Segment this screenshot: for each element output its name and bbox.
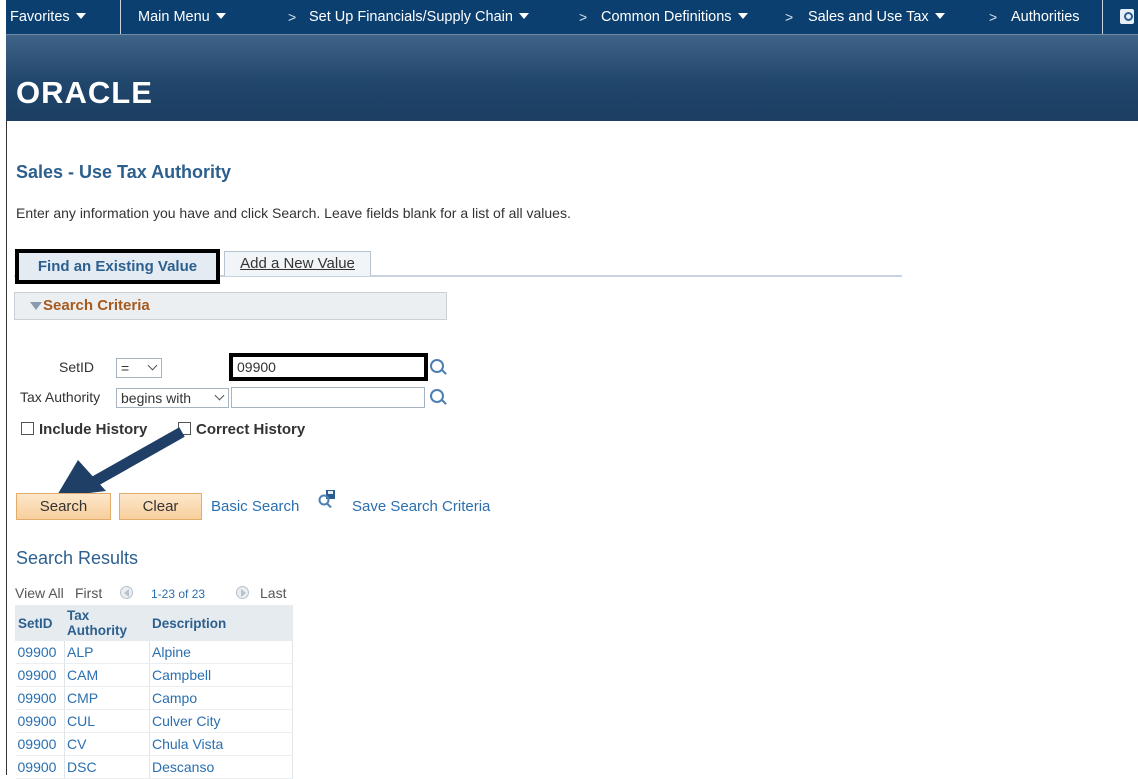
tax-authority-lookup-icon[interactable]	[430, 389, 444, 403]
breadcrumb-separator-icon: >	[785, 9, 794, 25]
search-criteria-label: Search Criteria	[43, 297, 150, 314]
view-all-link[interactable]: View All	[15, 585, 64, 601]
setid-operator-value: =	[121, 360, 130, 376]
cell-setid[interactable]: 09900	[15, 709, 65, 733]
tab-add-new-label: Add a New Value	[240, 255, 355, 272]
column-header-tax-authority[interactable]: Tax Authority	[64, 605, 150, 641]
chevron-down-icon	[934, 13, 945, 19]
breadcrumb-authorities[interactable]: Authorities	[1011, 0, 1080, 34]
chevron-down-icon	[214, 390, 225, 401]
cell-tax-authority[interactable]: CV	[64, 732, 150, 756]
correct-history-label: Correct History	[196, 421, 306, 438]
chevron-down-icon	[147, 360, 158, 371]
tab-find-existing-value[interactable]: Find an Existing Value	[15, 249, 220, 284]
breadcrumb-setup-financials[interactable]: Set Up Financials/Supply Chain	[309, 0, 529, 34]
oracle-banner: ORACLE	[6, 34, 1138, 121]
cell-tax-authority[interactable]: CMP	[64, 686, 150, 710]
table-row[interactable]: 09900 CUL Culver City	[15, 709, 293, 733]
first-link[interactable]: First	[75, 585, 102, 601]
chevron-down-icon	[737, 13, 748, 19]
cell-setid[interactable]: 09900	[15, 755, 65, 779]
favorites-menu[interactable]: Favorites	[10, 0, 86, 34]
cell-setid[interactable]: 09900	[15, 640, 65, 664]
save-search-criteria-link[interactable]: Save Search Criteria	[352, 498, 490, 515]
tax-authority-operator-select[interactable]: begins with	[116, 388, 229, 408]
table-row[interactable]: 09900 DSC Descanso	[15, 755, 293, 779]
table-row[interactable]: 09900 CAM Campbell	[15, 663, 293, 687]
breadcrumb-label: Authorities	[1011, 9, 1080, 25]
breadcrumb-separator-icon: >	[989, 9, 998, 25]
page-instructions: Enter any information you have and click…	[16, 205, 571, 221]
favorites-label: Favorites	[10, 9, 70, 25]
table-row[interactable]: 09900 ALP Alpine	[15, 640, 293, 664]
include-history-label: Include History	[39, 421, 148, 438]
chevron-down-icon	[518, 13, 529, 19]
cell-description[interactable]: Chula Vista	[149, 732, 293, 756]
results-pager: View All First 1-23 of 23 Last	[15, 582, 293, 604]
search-results-table: SetID Tax Authority Description 09900 AL…	[15, 605, 293, 779]
last-link[interactable]: Last	[260, 585, 286, 601]
chevron-down-icon	[215, 13, 226, 19]
setid-label: SetID	[59, 359, 95, 375]
cell-tax-authority[interactable]: DSC	[64, 755, 150, 779]
table-row[interactable]: 09900 CMP Campo	[15, 686, 293, 710]
breadcrumb-separator-icon: >	[579, 9, 588, 25]
nav-divider	[120, 0, 121, 34]
search-results-title: Search Results	[16, 548, 139, 568]
cell-description[interactable]: Campbell	[149, 663, 293, 687]
cell-tax-authority[interactable]: CAM	[64, 663, 150, 687]
setid-lookup-icon[interactable]	[430, 359, 444, 373]
clear-button[interactable]: Clear	[119, 493, 202, 520]
tax-authority-input[interactable]	[231, 387, 425, 408]
breadcrumb-separator-icon: >	[288, 9, 297, 25]
breadcrumb-common-definitions[interactable]: Common Definitions	[601, 0, 748, 34]
tax-authority-operator-value: begins with	[121, 390, 192, 406]
cell-description[interactable]: Culver City	[149, 709, 293, 733]
table-row[interactable]: 09900 CV Chula Vista	[15, 732, 293, 756]
breadcrumb-label: Set Up Financials/Supply Chain	[309, 9, 513, 25]
main-menu-label: Main Menu	[138, 9, 210, 25]
cell-setid[interactable]: 09900	[15, 732, 65, 756]
include-history-checkbox[interactable]	[21, 422, 34, 435]
recent-search-icon[interactable]	[1120, 9, 1134, 24]
oracle-logo: ORACLE	[16, 75, 153, 110]
basic-search-link[interactable]: Basic Search	[211, 498, 299, 515]
cell-setid[interactable]: 09900	[15, 663, 65, 687]
table-header-row: SetID Tax Authority Description	[15, 605, 293, 641]
setid-operator-select[interactable]: =	[116, 358, 162, 378]
search-button[interactable]: Search	[16, 493, 111, 520]
top-nav-bar: Favorites Main Menu > Set Up Financials/…	[6, 0, 1138, 34]
search-criteria-header[interactable]: Search Criteria	[14, 292, 447, 320]
chevron-down-icon	[75, 13, 86, 19]
cell-description[interactable]: Alpine	[149, 640, 293, 664]
breadcrumb-label: Sales and Use Tax	[808, 9, 929, 25]
setid-input[interactable]: 09900	[229, 353, 428, 381]
collapse-triangle-icon	[30, 302, 42, 310]
page-title: Sales - Use Tax Authority	[16, 162, 232, 182]
results-range: 1-23 of 23	[151, 587, 206, 601]
cell-tax-authority[interactable]: CUL	[64, 709, 150, 733]
correct-history-checkbox[interactable]	[178, 422, 191, 435]
main-menu[interactable]: Main Menu	[138, 0, 226, 34]
column-header-description[interactable]: Description	[149, 605, 293, 641]
breadcrumb-label: Common Definitions	[601, 9, 732, 25]
nav-divider	[1102, 0, 1103, 34]
cell-setid[interactable]: 09900	[15, 686, 65, 710]
cell-tax-authority[interactable]: ALP	[64, 640, 150, 664]
tab-add-new-value[interactable]: Add a New Value	[224, 251, 371, 276]
column-header-setid[interactable]: SetID	[15, 605, 65, 641]
cell-description[interactable]: Descanso	[149, 755, 293, 779]
previous-page-icon[interactable]	[120, 586, 133, 599]
next-page-icon[interactable]	[236, 586, 249, 599]
save-search-icon[interactable]	[318, 490, 335, 508]
cell-description[interactable]: Campo	[149, 686, 293, 710]
tax-authority-label: Tax Authority	[20, 389, 101, 405]
breadcrumb-sales-use-tax[interactable]: Sales and Use Tax	[808, 0, 945, 34]
